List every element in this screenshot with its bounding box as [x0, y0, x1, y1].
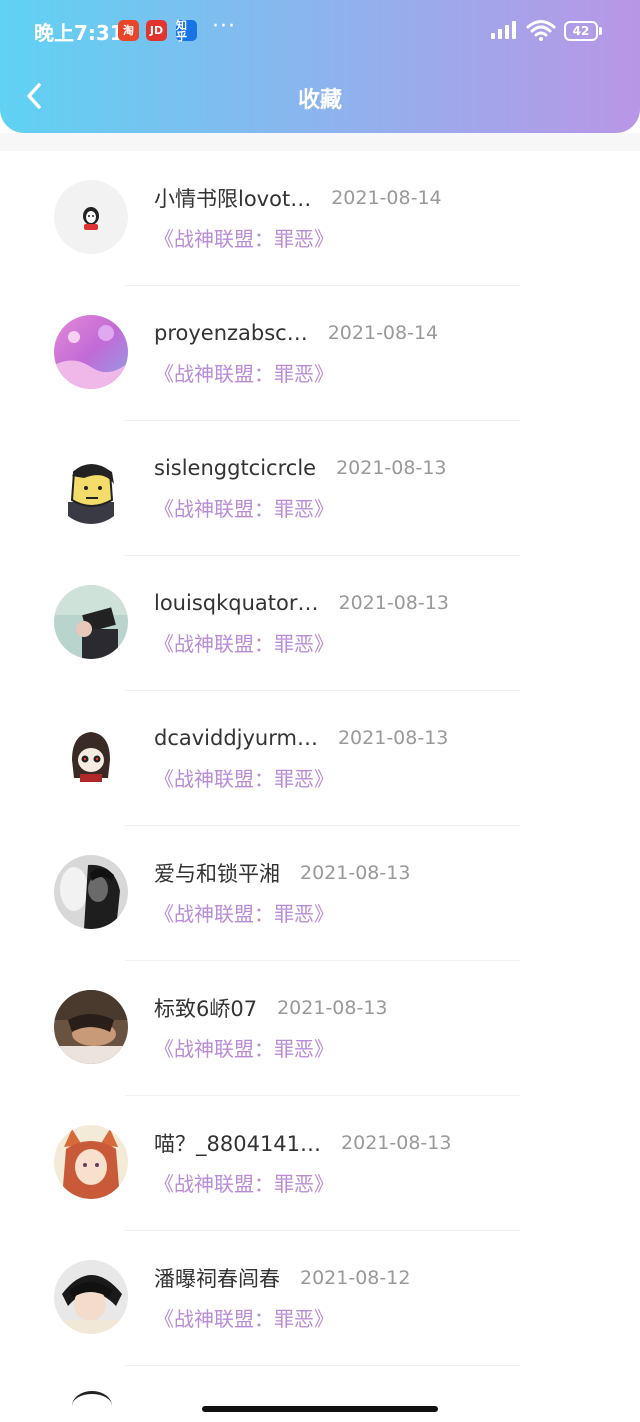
avatar[interactable] — [54, 585, 128, 659]
list-item[interactable]: 爱与和锁平湘 2021-08-13 《战神联盟：罪恶》 — [0, 826, 640, 961]
status-time: 晚上7:31 — [34, 21, 124, 45]
avatar[interactable] — [54, 1260, 128, 1334]
username: proyenzabsc… — [154, 321, 308, 345]
collection-title[interactable]: 《战神联盟：罪恶》 — [154, 1168, 334, 1197]
date: 2021-08-13 — [341, 1132, 452, 1154]
list-item[interactable]: sislenggtcicrcle 2021-08-13 《战神联盟：罪恶》 — [0, 421, 640, 556]
avatar[interactable] — [54, 315, 128, 389]
taobao-notification-icon: 淘 — [118, 20, 139, 41]
username: louisqkquator… — [154, 591, 319, 615]
username: dcaviddjyurm… — [154, 726, 318, 750]
item-header: 小情书限lovot… 2021-08-14 — [154, 183, 442, 213]
date: 2021-08-14 — [331, 187, 442, 209]
username: 小情书限lovot… — [154, 187, 312, 211]
item-header: 标致6峤07 2021-08-13 — [154, 993, 388, 1023]
item-header: 潘曝祠春闾春 2021-08-12 — [154, 1263, 410, 1293]
date: 2021-08-13 — [336, 457, 447, 479]
username: 潘曝祠春闾春 — [154, 1267, 280, 1291]
collection-title[interactable]: 《战神联盟：罪恶》 — [154, 358, 334, 387]
date: 2021-08-13 — [338, 592, 449, 614]
more-notifications-icon: ··· — [212, 14, 236, 39]
date: 2021-08-12 — [300, 1267, 411, 1289]
app-header: 晚上7:31 淘 JD 知乎 ··· 42 收藏 — [0, 0, 640, 133]
status-bar: 晚上7:31 淘 JD 知乎 ··· 42 — [0, 0, 640, 62]
collection-title[interactable]: 《战神联盟：罪恶》 — [154, 763, 334, 792]
collection-title[interactable]: 《战神联盟：罪恶》 — [154, 493, 334, 522]
item-header: 喵？_8804141… 2021-08-13 — [154, 1128, 451, 1158]
list-item[interactable]: louisqkquator… 2021-08-13 《战神联盟：罪恶》 — [0, 556, 640, 691]
list-item[interactable]: 小情书限lovot… 2021-08-14 《战神联盟：罪恶》 — [0, 151, 640, 286]
favorites-list: 小情书限lovot… 2021-08-14 《战神联盟：罪恶》 proyenza… — [0, 151, 640, 1366]
avatar[interactable] — [54, 720, 128, 794]
collection-title[interactable]: 《战神联盟：罪恶》 — [154, 1303, 334, 1332]
item-header: proyenzabsc… 2021-08-14 — [154, 318, 438, 348]
username: 喵？_8804141… — [154, 1132, 322, 1156]
collection-title[interactable]: 《战神联盟：罪恶》 — [154, 898, 334, 927]
list-item[interactable]: 标致6峤07 2021-08-13 《战神联盟：罪恶》 — [0, 961, 640, 1096]
list-item[interactable]: proyenzabsc… 2021-08-14 《战神联盟：罪恶》 — [0, 286, 640, 421]
jd-notification-icon: JD — [146, 20, 167, 41]
avatar[interactable] — [54, 855, 128, 929]
item-header: louisqkquator… 2021-08-13 — [154, 588, 449, 618]
wifi-icon — [526, 20, 556, 41]
signal-icon — [491, 21, 516, 39]
home-indicator[interactable] — [202, 1406, 438, 1412]
zhihu-notification-icon: 知乎 — [176, 20, 197, 42]
date: 2021-08-13 — [300, 862, 411, 884]
username: sislenggtcicrcle — [154, 456, 317, 480]
battery-icon: 42 — [564, 21, 602, 41]
list-item[interactable]: 潘曝祠春闾春 2021-08-12 《战神联盟：罪恶》 — [0, 1231, 640, 1366]
page-title: 收藏 — [297, 88, 342, 113]
avatar[interactable] — [54, 1125, 128, 1199]
avatar[interactable] — [54, 180, 128, 254]
battery-level: 42 — [564, 21, 598, 41]
item-header: sislenggtcicrcle 2021-08-13 — [154, 453, 447, 483]
date: 2021-08-13 — [277, 997, 388, 1019]
item-header: dcaviddjyurm… 2021-08-13 — [154, 723, 448, 753]
collection-title[interactable]: 《战神联盟：罪恶》 — [154, 1033, 334, 1062]
collection-title[interactable]: 《战神联盟：罪恶》 — [154, 628, 334, 657]
avatar[interactable] — [54, 450, 128, 524]
date: 2021-08-13 — [337, 727, 449, 749]
nav-bar: 收藏 — [0, 62, 640, 132]
list-item[interactable]: dcaviddjyurm… 2021-08-13 《战神联盟：罪恶》 — [0, 691, 640, 826]
avatar[interactable] — [54, 990, 128, 1064]
username: 标致6峤07 — [154, 997, 258, 1021]
username: 爱与和锁平湘 — [154, 862, 280, 886]
avatar — [72, 1391, 112, 1421]
battery-tip — [599, 27, 602, 35]
date: 2021-08-14 — [327, 322, 439, 344]
collection-title[interactable]: 《战神联盟：罪恶》 — [154, 223, 334, 252]
list-item[interactable]: 喵？_8804141… 2021-08-13 《战神联盟：罪恶》 — [0, 1096, 640, 1231]
divider — [125, 1365, 520, 1366]
item-header: 爱与和锁平湘 2021-08-13 — [154, 858, 410, 888]
header-gap — [0, 133, 640, 151]
